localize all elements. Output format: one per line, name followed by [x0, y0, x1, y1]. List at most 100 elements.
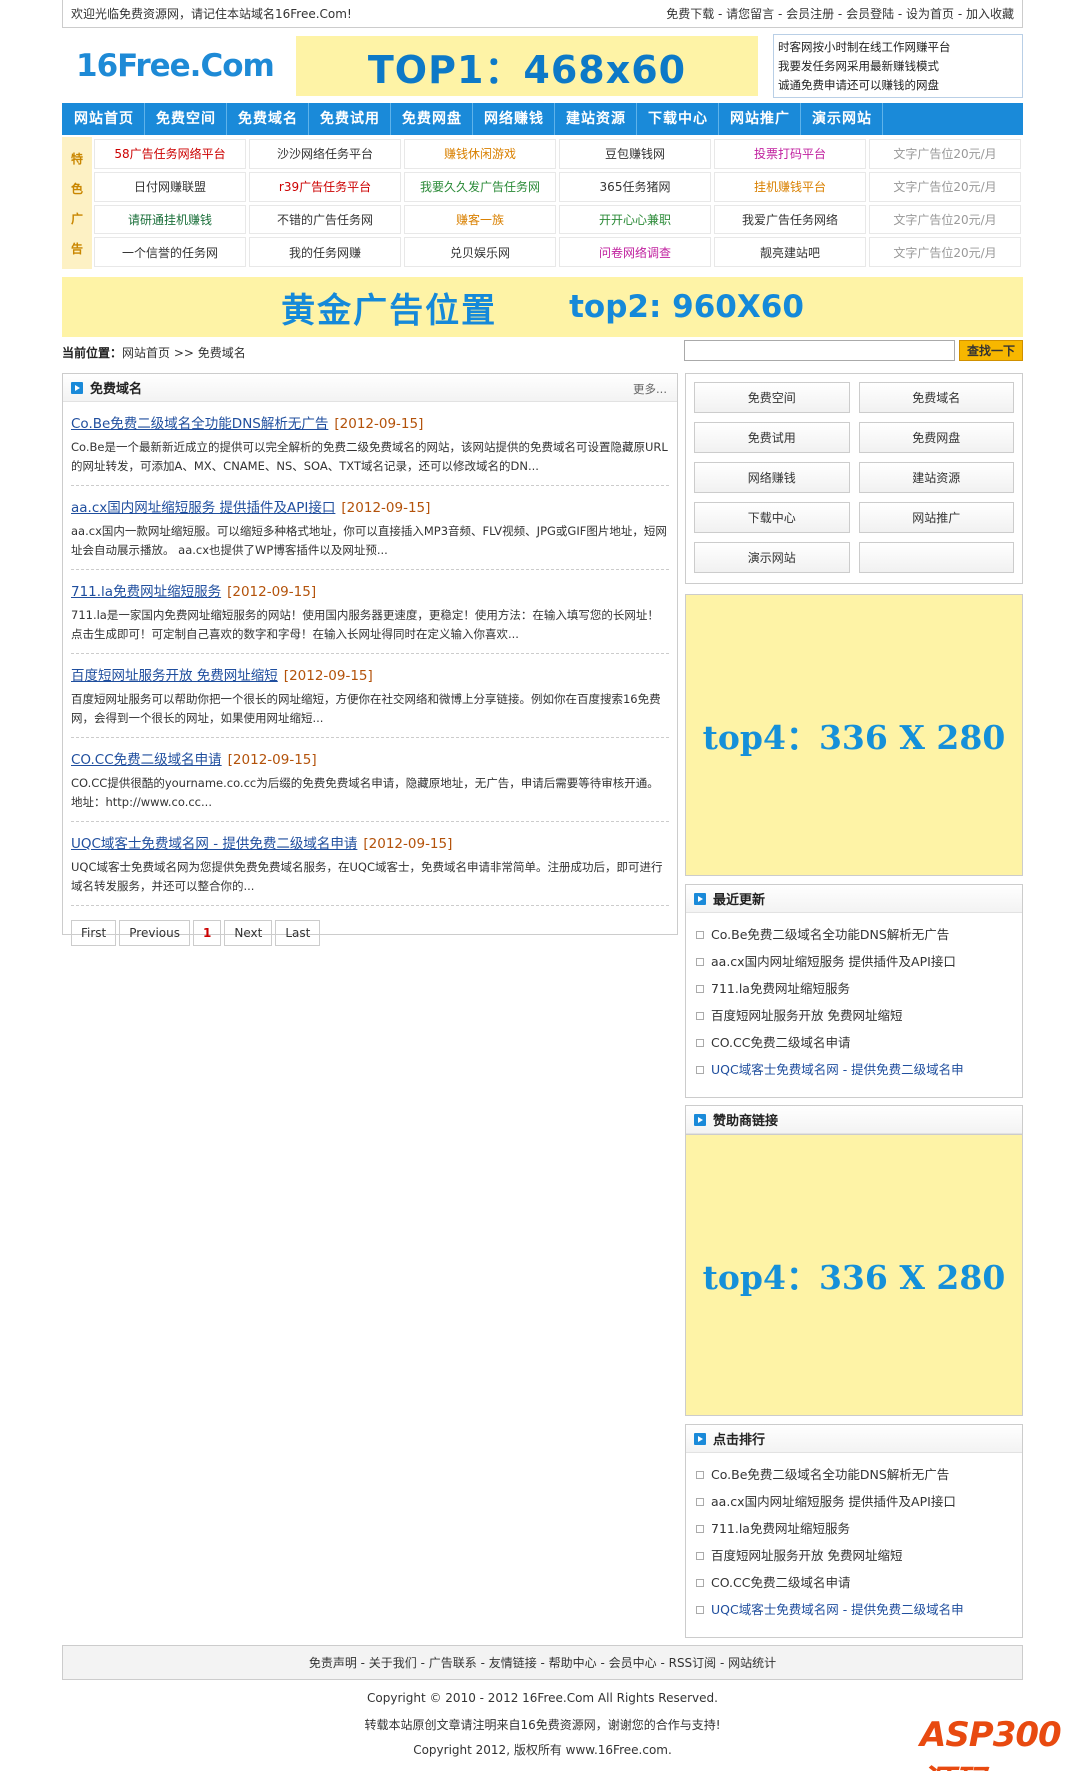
- top-links[interactable]: 免费下载 - 请您留言 - 会员注册 - 会员登陆 - 设为首页 - 加入收藏: [666, 5, 1014, 22]
- article-summary: CO.CC提供很酷的yourname.co.cc为后缀的免费免费域名申请，隐藏原…: [71, 776, 659, 809]
- article-title-link[interactable]: aa.cx国内网址缩短服务 提供插件及API接口: [71, 500, 335, 516]
- feature-ad-link[interactable]: 兑贝娱乐网: [404, 237, 556, 267]
- list-item[interactable]: 711.la免费网址缩短服务: [696, 1515, 1012, 1542]
- pager-first[interactable]: First: [71, 920, 117, 946]
- feature-ad-link[interactable]: 投票打码平台: [714, 139, 866, 169]
- sponsor-ad[interactable]: top4：336 X 280: [685, 1134, 1023, 1416]
- nav-home[interactable]: 网站首页: [64, 103, 145, 135]
- nav-downloads[interactable]: 下载中心: [637, 103, 719, 135]
- list-item[interactable]: UQC域客士免费域名网 - 提供免费二级域名申: [696, 1056, 1012, 1083]
- feature-ad-link[interactable]: 赚钱休闲游戏: [404, 139, 556, 169]
- feature-ad-link[interactable]: 365任务猪网: [559, 171, 711, 202]
- category-button[interactable]: 建站资源: [858, 462, 1014, 493]
- search-input[interactable]: [684, 340, 955, 361]
- list-item[interactable]: CO.CC免费二级域名申请: [696, 1569, 1012, 1596]
- footer-links[interactable]: 免责声明 - 关于我们 - 广告联系 - 友情链接 - 帮助中心 - 会员中心 …: [62, 1645, 1023, 1680]
- list-item[interactable]: CO.CC免费二级域名申请: [696, 1029, 1012, 1056]
- category-button[interactable]: 免费空间: [694, 382, 850, 413]
- article-item: 百度短网址服务开放 免费网址缩短 [2012-09-15] 百度短网址服务可以帮助…: [71, 654, 669, 738]
- category-button[interactable]: 免费网盘: [858, 422, 1014, 453]
- nav-promotion[interactable]: 网站推广: [719, 103, 801, 135]
- feature-ad-link[interactable]: 赚客一族: [404, 204, 556, 235]
- article-title-link[interactable]: Co.Be免费二级域名全功能DNS解析无广告: [71, 416, 328, 432]
- article-title-link[interactable]: 711.la免费网址缩短服务: [71, 584, 221, 600]
- nav-free-trial[interactable]: 免费试用: [309, 103, 391, 135]
- article-item: 711.la免费网址缩短服务 [2012-09-15] 711.la是一家国内免费网…: [71, 570, 669, 654]
- panel-title: 赞助商链接: [686, 1106, 1022, 1134]
- pager-next[interactable]: Next: [224, 920, 273, 946]
- article-summary: 711.la是一家国内免费网址缩短服务的网站！使用国内服务器更速度，更稳定！使用…: [71, 608, 659, 641]
- feature-ad-link[interactable]: 文字广告位20元/月: [869, 171, 1021, 202]
- category-button[interactable]: 下载中心: [694, 502, 850, 533]
- article-summary: aa.cx国内一款网址缩短服。可以缩短多种格式地址，你可以直接插入MP3音频、F…: [71, 524, 667, 557]
- watermark-logo: ASP300源码: [920, 1715, 1062, 1771]
- top4-side-ad[interactable]: top4：336 X 280: [685, 594, 1023, 876]
- feature-ad-link[interactable]: 我爱广告任务网络: [714, 204, 866, 235]
- category-button[interactable]: [858, 542, 1014, 573]
- more-link[interactable]: 更多...: [633, 381, 667, 397]
- feature-ad-link[interactable]: r39广告任务平台: [249, 171, 401, 202]
- nav-make-money[interactable]: 网络赚钱: [473, 103, 555, 135]
- notice-link[interactable]: 我要发任务网采用最新赚钱模式: [778, 57, 1018, 76]
- list-item[interactable]: aa.cx国内网址缩短服务 提供插件及API接口: [696, 1488, 1012, 1515]
- article-title-link[interactable]: 百度短网址服务开放 免费网址缩短: [71, 668, 278, 684]
- feature-ad-link[interactable]: 不错的广告任务网: [249, 204, 401, 235]
- nav-demo[interactable]: 演示网站: [801, 103, 883, 135]
- feature-ad-link[interactable]: 58广告任务网络平台: [94, 139, 246, 169]
- feature-ad-link[interactable]: 请研通挂机赚钱: [94, 204, 246, 235]
- article-date: [2012-09-15]: [334, 416, 424, 432]
- feature-ad-link[interactable]: 豆包赚钱网: [559, 139, 711, 169]
- feature-ad-link[interactable]: 我的任务网赚: [249, 237, 401, 267]
- feature-ad-link[interactable]: 挂机赚钱平台: [714, 171, 866, 202]
- bullet-icon: [696, 984, 704, 993]
- feature-ad-link[interactable]: 靓亮建站吧: [714, 237, 866, 267]
- pager-last[interactable]: Last: [275, 920, 321, 946]
- category-button[interactable]: 网站推广: [858, 502, 1014, 533]
- header-notice-box: 时客网按小时制在线工作网赚平台 我要发任务网采用最新赚钱模式 诚通免费申请还可以…: [773, 34, 1023, 98]
- site-logo[interactable]: 16Free.Com: [76, 40, 275, 92]
- bullet-icon: [696, 1524, 704, 1533]
- bullet-icon: [696, 1470, 704, 1479]
- feature-ad-link[interactable]: 我要久久发广告任务网: [404, 171, 556, 202]
- feature-ad-link[interactable]: 一个信誉的任务网: [94, 237, 246, 267]
- notice-link[interactable]: 诚通免费申请还可以赚钱的网盘: [778, 76, 1018, 95]
- nav-free-disk[interactable]: 免费网盘: [391, 103, 473, 135]
- nav-free-domain[interactable]: 免费域名: [227, 103, 309, 135]
- search-button[interactable]: 查找一下: [959, 340, 1023, 361]
- pager-previous[interactable]: Previous: [119, 920, 190, 946]
- list-item[interactable]: UQC域客士免费域名网 - 提供免费二级域名申: [696, 1596, 1012, 1623]
- header: 16Free.Com TOP1：468x60 时客网按小时制在线工作网赚平台 我…: [62, 34, 1023, 100]
- list-item[interactable]: Co.Be免费二级域名全功能DNS解析无广告: [696, 1461, 1012, 1488]
- list-item[interactable]: Co.Be免费二级域名全功能DNS解析无广告: [696, 921, 1012, 948]
- breadcrumb-path[interactable]: 网站首页 >> 免费域名: [122, 344, 246, 361]
- feature-ad-link[interactable]: 沙沙网络任务平台: [249, 139, 401, 169]
- feature-ad-link[interactable]: 文字广告位20元/月: [869, 237, 1021, 267]
- list-item[interactable]: 百度短网址服务开放 免费网址缩短: [696, 1542, 1012, 1569]
- article-title-link[interactable]: UQC域客士免费域名网 - 提供免费二级域名申请: [71, 836, 357, 852]
- footer-copyright-2: Copyright 2012, 版权所有 www.16Free.com.: [413, 1743, 672, 1757]
- top1-banner-ad[interactable]: TOP1：468x60: [296, 36, 758, 96]
- category-button[interactable]: 免费域名: [858, 382, 1014, 413]
- gold-banner-ad[interactable]: 黄金广告位置 top2: 960X60: [62, 277, 1023, 337]
- feature-ad-link[interactable]: 文字广告位20元/月: [869, 204, 1021, 235]
- article-title-link[interactable]: CO.CC免费二级域名申请: [71, 752, 222, 768]
- feature-ad-link[interactable]: 问卷网络调查: [559, 237, 711, 267]
- category-button[interactable]: 网络赚钱: [694, 462, 850, 493]
- nav-site-resources[interactable]: 建站资源: [555, 103, 637, 135]
- category-button[interactable]: 免费试用: [694, 422, 850, 453]
- notice-link[interactable]: 时客网按小时制在线工作网赚平台: [778, 38, 1018, 57]
- article-date: [2012-09-15]: [227, 584, 317, 600]
- category-button[interactable]: 演示网站: [694, 542, 850, 573]
- feature-ad-link[interactable]: 文字广告位20元/月: [869, 139, 1021, 169]
- bullet-icon: [696, 1011, 704, 1020]
- arrow-icon: [694, 1432, 706, 1445]
- nav-free-space[interactable]: 免费空间: [145, 103, 227, 135]
- feature-ad-link[interactable]: 日付网赚联盟: [94, 171, 246, 202]
- list-item[interactable]: 711.la免费网址缩短服务: [696, 975, 1012, 1002]
- list-item[interactable]: 百度短网址服务开放 免费网址缩短: [696, 1002, 1012, 1029]
- list-item[interactable]: aa.cx国内网址缩短服务 提供插件及API接口: [696, 948, 1012, 975]
- bullet-icon: [696, 1038, 704, 1047]
- pager-current[interactable]: 1: [192, 920, 222, 946]
- arrow-icon: [694, 892, 706, 905]
- feature-ad-link[interactable]: 开开心心兼职: [559, 204, 711, 235]
